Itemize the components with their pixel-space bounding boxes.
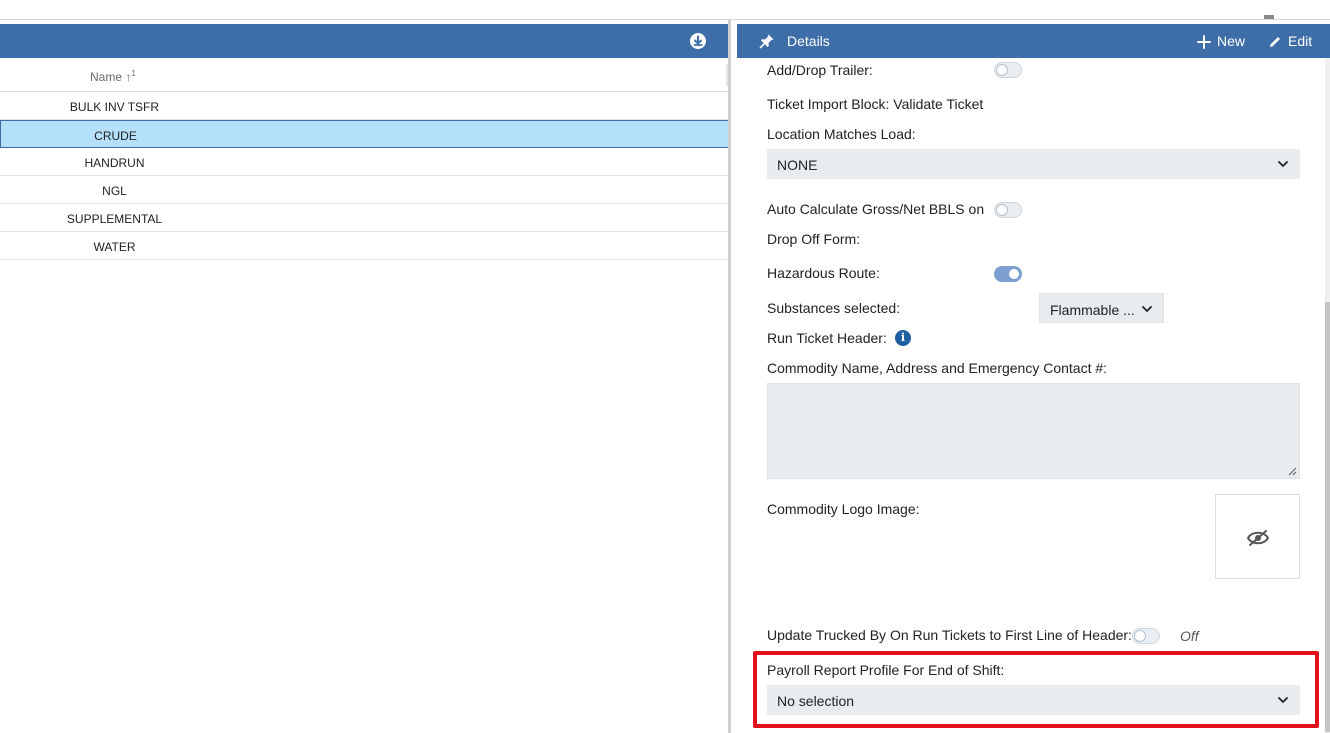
table-row[interactable]: BULK INV TSFR xyxy=(0,92,729,120)
add-drop-trailer-label: Add/Drop Trailer: xyxy=(767,62,873,78)
substances-value: Flammable ... xyxy=(1050,302,1135,318)
add-drop-trailer-toggle[interactable] xyxy=(994,62,1022,78)
toggle-knob xyxy=(1134,630,1146,642)
run-ticket-header-label: Run Ticket Header: xyxy=(767,330,887,346)
top-bar xyxy=(0,0,1330,20)
location-matches-select[interactable]: NONE xyxy=(767,149,1300,179)
row-name: WATER xyxy=(93,240,136,254)
commodity-list: BULK INV TSFR CRUDE HANDRUN NGL SUPPLEME… xyxy=(0,92,729,260)
grid-column-header: Name ↑1 xyxy=(0,58,729,92)
location-matches-value: NONE xyxy=(777,157,818,173)
commodity-contact-textarea[interactable] xyxy=(767,383,1300,479)
auto-calc-label-cont: Drop Off Form: xyxy=(767,231,861,247)
toggle-knob xyxy=(996,204,1008,216)
highlight-box xyxy=(753,651,1319,728)
row-name: HANDRUN xyxy=(84,156,145,170)
edit-button-label: Edit xyxy=(1288,33,1313,49)
hazardous-route-label: Hazardous Route: xyxy=(767,265,880,281)
substances-label: Substances selected: xyxy=(767,300,901,316)
row-name: SUPPLEMENTAL xyxy=(66,212,163,226)
sort-order-badge: 1 xyxy=(131,69,136,78)
toggle-knob xyxy=(996,64,1008,76)
commodity-grid-panel: Name ↑1 BULK INV TSFR CRUDE HANDRUN NGL … xyxy=(0,24,729,733)
update-trucked-label: Update Trucked By On Run Tickets to Firs… xyxy=(767,627,1132,643)
chevron-down-icon xyxy=(1278,161,1288,167)
chevron-down-icon xyxy=(1142,306,1152,312)
toggle-knob xyxy=(1008,268,1020,280)
name-column-header[interactable]: Name ↑1 xyxy=(90,69,136,84)
table-row[interactable]: HANDRUN xyxy=(0,148,729,176)
download-icon[interactable] xyxy=(690,33,706,49)
info-icon[interactable]: i xyxy=(895,330,911,346)
new-button-label: New xyxy=(1217,33,1246,49)
auto-calc-label: Auto Calculate Gross/Net BBLS on xyxy=(767,201,985,217)
table-row[interactable]: SUPPLEMENTAL xyxy=(0,204,729,232)
row-name: CRUDE xyxy=(94,129,137,143)
auto-calculate-toggle[interactable] xyxy=(994,202,1022,218)
details-header-bar: Details New Edit xyxy=(737,24,1330,58)
toggle-state-label: Off xyxy=(1180,628,1199,644)
details-scrollbar[interactable] xyxy=(1325,58,1330,733)
grid-header-bar xyxy=(0,24,729,58)
pin-icon[interactable] xyxy=(759,33,775,54)
eye-off-icon xyxy=(1246,530,1270,546)
details-title: Details xyxy=(787,33,830,49)
location-matches-label: Location Matches Load: xyxy=(767,126,916,142)
details-panel: Details New Edit Add/Drop Trailer: Ticke… xyxy=(737,24,1330,733)
scrollbar-thumb[interactable] xyxy=(1325,302,1330,732)
ticket-import-label: Ticket Import Block: Validate Ticket xyxy=(767,96,984,112)
resize-handle-icon[interactable] xyxy=(1287,466,1297,476)
table-row-selected[interactable]: CRUDE xyxy=(0,120,729,148)
hazardous-route-toggle[interactable] xyxy=(994,266,1022,282)
row-name: BULK INV TSFR xyxy=(69,100,160,114)
plus-icon xyxy=(1197,35,1211,49)
row-name: NGL xyxy=(102,184,127,198)
commodity-logo-image[interactable] xyxy=(1215,494,1300,579)
substances-select[interactable]: Flammable ... xyxy=(1039,293,1164,323)
window-corner-mark xyxy=(1264,15,1274,19)
panel-splitter[interactable] xyxy=(728,20,731,733)
update-trucked-toggle[interactable] xyxy=(1132,628,1160,644)
table-row[interactable]: WATER xyxy=(0,232,729,260)
commodity-contact-label: Commodity Name, Address and Emergency Co… xyxy=(767,360,1108,376)
pencil-icon xyxy=(1270,37,1280,47)
commodity-logo-label: Commodity Logo Image: xyxy=(767,501,920,517)
table-row[interactable]: NGL xyxy=(0,176,729,204)
